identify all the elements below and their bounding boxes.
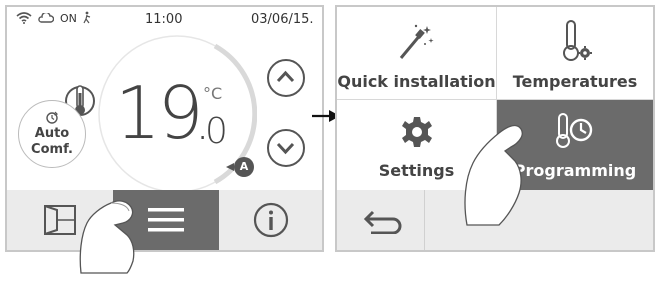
thermometer-gear-icon: [563, 20, 592, 61]
back-button[interactable]: [337, 190, 425, 250]
auto-mode-icon: [46, 111, 59, 124]
status-bar: ON 11:00 03/06/15.: [7, 7, 322, 29]
presence-icon: [83, 11, 91, 24]
hand-pointer-icon: [79, 200, 135, 274]
info-icon: [253, 202, 289, 238]
hand-pointer-icon-right: [464, 124, 523, 226]
tile-temperatures-label: Temperatures: [512, 72, 638, 91]
time: 11:00: [145, 12, 183, 27]
on-label: ON: [60, 12, 77, 25]
increase-temp-button[interactable]: [267, 59, 305, 97]
decrease-temp-button[interactable]: [267, 129, 305, 167]
back-icon: [363, 210, 402, 234]
thermometer-clock-icon: [556, 113, 593, 148]
chevron-up-icon: [276, 70, 295, 83]
temperature-unit: °C: [203, 84, 223, 103]
bottom-bar: [7, 190, 322, 250]
wifi-icon: [16, 12, 32, 24]
mode-line1: Auto: [34, 126, 70, 141]
thermostat-home-screen: ON 11:00 03/06/15. Auto Comf. 19 . 0 °C …: [5, 5, 324, 274]
mode-button[interactable]: Auto Comf.: [18, 100, 86, 168]
window-icon: [44, 205, 76, 235]
temperature-integer: 19: [115, 71, 204, 155]
temperature-decimal: 0: [205, 111, 228, 152]
chevron-down-icon: [276, 142, 295, 155]
gear-icon: [402, 117, 432, 147]
auto-badge-label: A: [239, 160, 249, 173]
badge-pointer: [226, 163, 234, 171]
auto-badge: A: [234, 157, 254, 177]
menu-screen: Quick installation Temperatures Settings…: [335, 5, 655, 252]
tile-quick-installation-label: Quick installation: [337, 72, 496, 91]
date: 03/06/15.: [251, 12, 314, 27]
info-button[interactable]: [219, 190, 324, 250]
magic-wand-icon: [399, 24, 434, 59]
tile-temperatures[interactable]: Temperatures: [497, 7, 653, 100]
mode-line2: Comf.: [31, 142, 73, 157]
cloud-icon: [38, 13, 54, 23]
tile-quick-installation[interactable]: Quick installation: [337, 7, 497, 100]
